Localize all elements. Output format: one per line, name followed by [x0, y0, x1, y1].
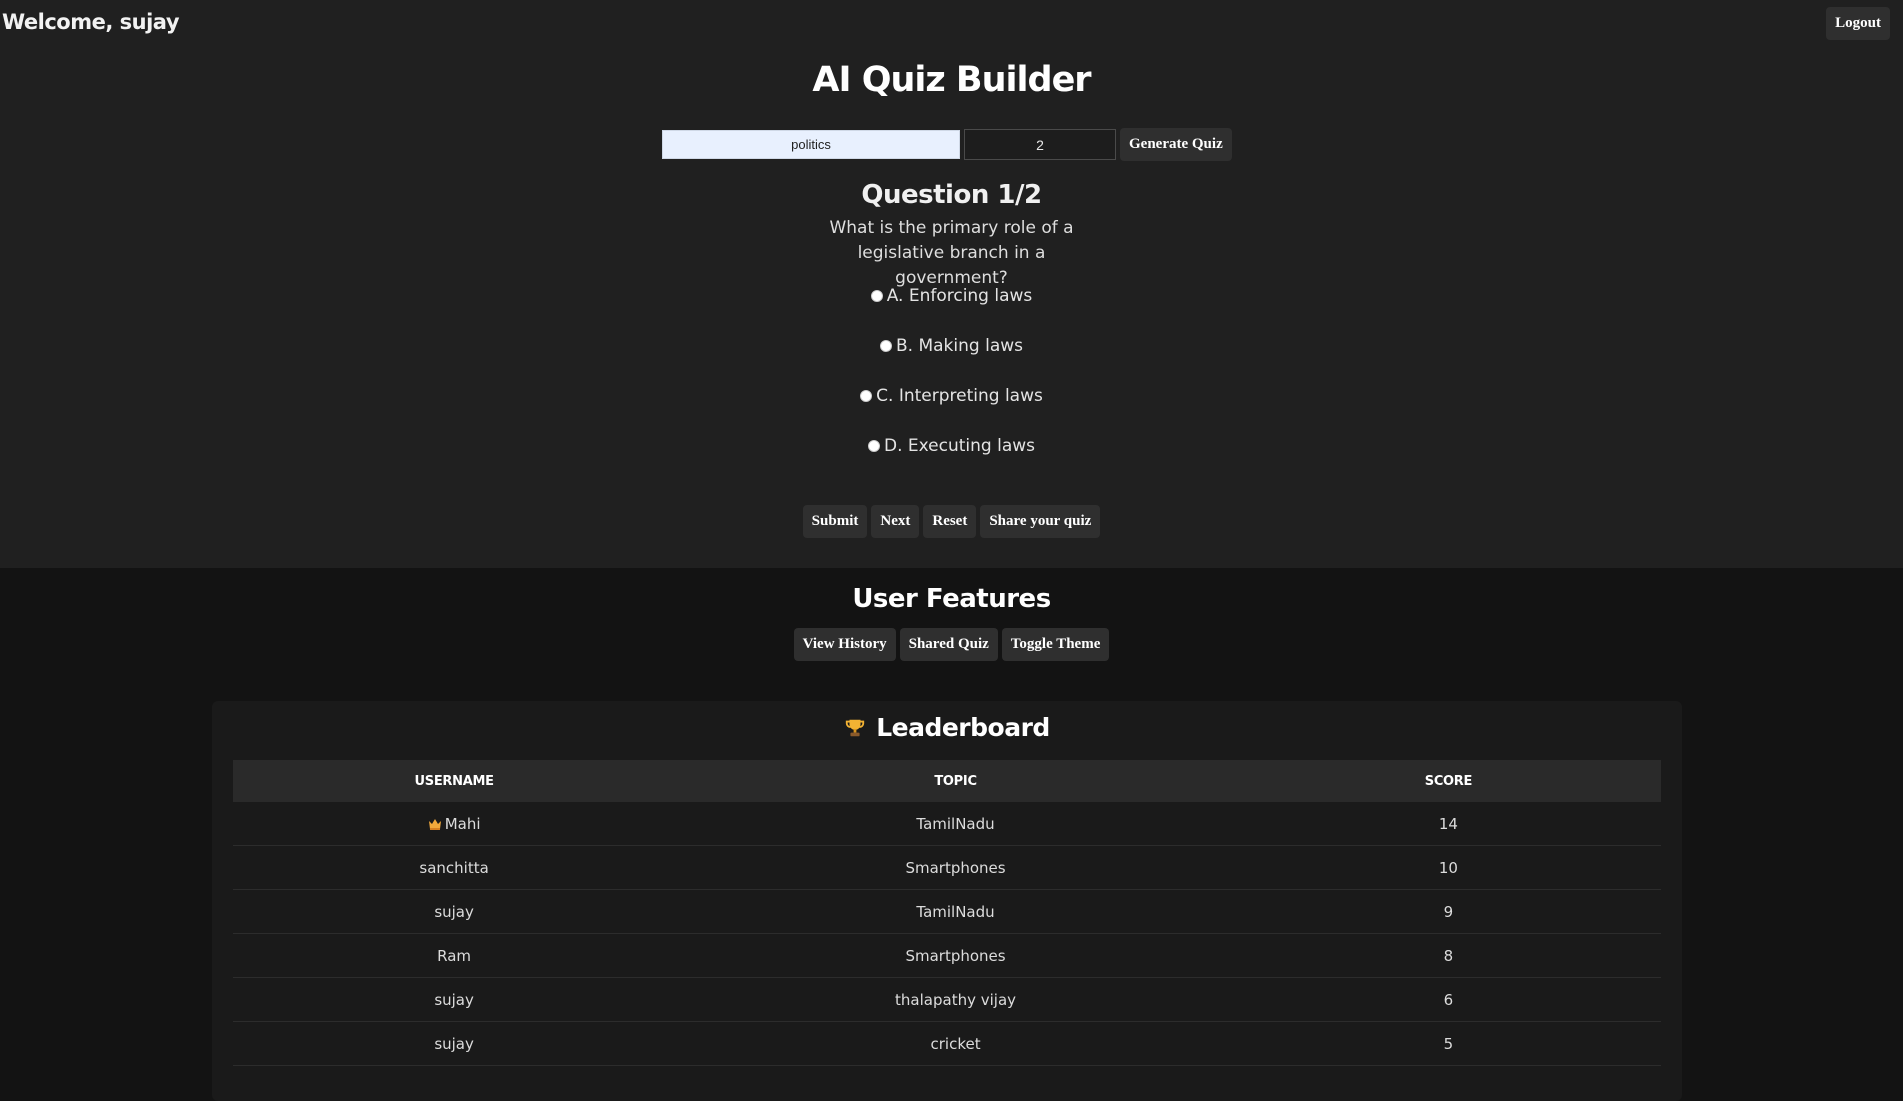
logout-button[interactable]: Logout: [1826, 7, 1890, 40]
radio-button-icon[interactable]: [880, 340, 892, 352]
share-quiz-button[interactable]: Share your quiz: [980, 505, 1101, 538]
quiz-actions: Submit Next Reset Share your quiz: [0, 505, 1903, 538]
user-features-title: User Features: [852, 584, 1051, 614]
view-history-button[interactable]: View History: [793, 628, 896, 661]
trophy-icon: [846, 719, 865, 736]
submit-button[interactable]: Submit: [802, 505, 868, 538]
column-header-username: USERNAME: [233, 760, 676, 802]
option-label: C. Interpreting laws: [876, 386, 1043, 406]
username-cell: sanchitta: [233, 845, 676, 890]
option-a[interactable]: A. Enforcing laws: [0, 286, 1903, 306]
option-d[interactable]: D. Executing laws: [0, 436, 1903, 456]
option-label: A. Enforcing laws: [886, 286, 1033, 306]
table-row: sujay TamilNadu 9: [233, 889, 1661, 934]
crown-icon: [428, 818, 441, 830]
option-label: D. Executing laws: [883, 436, 1036, 456]
radio-button-icon[interactable]: [860, 390, 873, 402]
table-row: Mahi TamilNadu 14: [233, 802, 1661, 846]
column-header-topic: TOPIC: [675, 760, 1236, 802]
score-cell: 14: [1235, 802, 1661, 846]
table-row: Ram Smartphones 8: [233, 933, 1661, 978]
quiz-controls: Generate Quiz: [662, 128, 1232, 161]
topic-cell: TamilNadu: [675, 802, 1236, 846]
score-cell: 8: [1235, 933, 1661, 978]
score-cell: 9: [1235, 889, 1661, 934]
reset-button[interactable]: Reset: [923, 505, 977, 538]
radio-button-icon[interactable]: [867, 440, 880, 452]
question-count-input[interactable]: [964, 129, 1116, 160]
table-row: sujay thalapathy vijay 6: [233, 977, 1661, 1022]
leaderboard-heading: Leaderboard: [212, 713, 1682, 742]
quiz-panel: Welcome, sujay Logout AI Quiz Builder Ge…: [0, 0, 1903, 568]
question-text: What is the primary role of a legislativ…: [829, 218, 1074, 288]
welcome-text: Welcome, sujay: [2, 10, 180, 34]
shared-quiz-button[interactable]: Shared Quiz: [899, 628, 998, 661]
username-cell: Mahi: [233, 802, 676, 846]
topic-input[interactable]: [662, 130, 960, 159]
option-c[interactable]: C. Interpreting laws: [0, 386, 1903, 406]
leaderboard-title: Leaderboard: [876, 713, 1050, 742]
radio-button-icon[interactable]: [870, 290, 883, 302]
leaderboard-table: USERNAME TOPIC SCORE Mahi TamilNadu 14 s…: [233, 760, 1661, 1066]
topic-cell: Smartphones: [675, 845, 1236, 890]
topic-cell: Smartphones: [675, 933, 1236, 978]
app-title: AI Quiz Builder: [812, 60, 1091, 100]
table-row: sanchitta Smartphones 10: [233, 845, 1661, 890]
leaderboard-panel: Leaderboard USERNAME TOPIC SCORE Mahi Ta…: [212, 701, 1682, 1101]
generate-quiz-button[interactable]: Generate Quiz: [1120, 128, 1232, 161]
option-label: B. Making laws: [896, 336, 1023, 356]
user-features-buttons: View History Shared Quiz Toggle Theme: [0, 628, 1903, 661]
score-cell: 6: [1235, 977, 1661, 1022]
toggle-theme-button[interactable]: Toggle Theme: [1001, 628, 1110, 661]
username-cell: sujay: [233, 889, 676, 934]
table-header-row: USERNAME TOPIC SCORE: [233, 760, 1661, 802]
username-cell: Ram: [233, 933, 676, 978]
next-button[interactable]: Next: [871, 505, 920, 538]
topic-cell: thalapathy vijay: [675, 977, 1236, 1022]
question-heading: Question 1/2: [861, 180, 1042, 210]
username-cell: sujay: [233, 977, 676, 1022]
column-header-score: SCORE: [1235, 760, 1661, 802]
score-cell: 10: [1235, 845, 1661, 890]
option-b[interactable]: B. Making laws: [0, 336, 1903, 356]
topic-cell: TamilNadu: [675, 889, 1236, 934]
